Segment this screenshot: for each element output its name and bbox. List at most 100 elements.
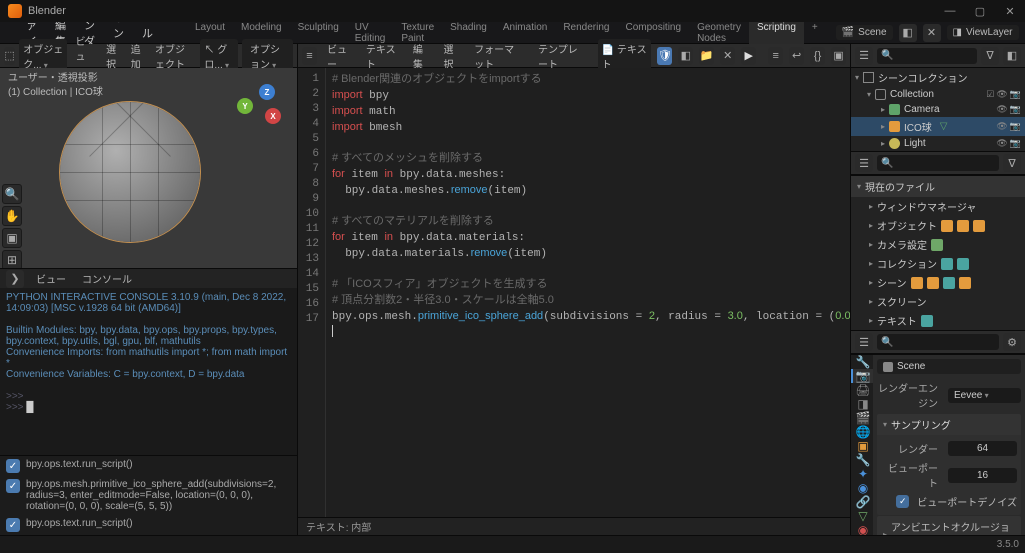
blendfile-row[interactable]: ▸コレクション: [851, 254, 1025, 273]
editor-type-outliner-icon[interactable]: ☰: [855, 47, 873, 65]
fake-user-button[interactable]: 🛡: [657, 47, 672, 65]
info-row[interactable]: ✓bpy.ops.text.run_script(): [0, 456, 297, 476]
blendfile-title[interactable]: ▾現在のファイル: [851, 176, 1025, 197]
light-object-icon: [889, 138, 900, 149]
props-tab-world[interactable]: 🌐: [851, 425, 873, 439]
filter-icon[interactable]: ∇: [1003, 154, 1021, 172]
blendfile-row[interactable]: ▸スクリーン: [851, 292, 1025, 311]
unlink-text-button[interactable]: ✕: [720, 47, 735, 65]
hand-tool-icon[interactable]: ✋: [2, 206, 22, 226]
props-tab-material[interactable]: ◉: [851, 523, 873, 535]
maximize-button[interactable]: ▢: [965, 0, 995, 22]
editor-type-blendfile-icon[interactable]: ☰: [855, 154, 873, 172]
open-text-button[interactable]: 📁: [699, 47, 714, 65]
outliner[interactable]: ▾シーンコレクション ▾Collection☑👁📷 ▸Camera👁📷 ▸ICO…: [851, 68, 1025, 151]
scene-new-button[interactable]: ◧: [899, 24, 917, 42]
outliner-collection[interactable]: ▾Collection☑👁📷: [851, 87, 1025, 102]
props-tab-viewlayer[interactable]: ◨: [851, 397, 873, 411]
info-row[interactable]: ✓bpy.ops.mesh.primitive_ico_sphere_add(s…: [0, 476, 297, 515]
scene-remove-button[interactable]: ✕: [923, 24, 941, 42]
tab-scripting[interactable]: Scripting: [749, 18, 804, 48]
props-tab-data[interactable]: ▽: [851, 509, 873, 523]
viewlayer-selector[interactable]: ◨ViewLayer: [947, 25, 1019, 40]
props-tab-particles[interactable]: ✦: [851, 467, 873, 481]
close-button[interactable]: ✕: [995, 0, 1025, 22]
outliner-item-camera[interactable]: ▸Camera👁📷: [851, 102, 1025, 117]
blendfile-row[interactable]: ▸テキスト: [851, 311, 1025, 330]
run-script-button[interactable]: ▶: [741, 47, 756, 65]
toggle-syntax-button[interactable]: {}: [810, 47, 825, 65]
properties-search[interactable]: 🔍: [877, 334, 999, 350]
axis-y-icon[interactable]: Y: [237, 98, 253, 114]
nav-gizmo[interactable]: X Y Z: [237, 84, 281, 128]
render-samples-field[interactable]: 64: [948, 441, 1017, 456]
toggle-wrap-button[interactable]: ↩: [789, 47, 804, 65]
icosphere-mesh[interactable]: [60, 102, 200, 242]
camera-icon[interactable]: 📷: [1010, 89, 1021, 100]
console-menu[interactable]: コンソール: [78, 269, 136, 288]
filter-icon[interactable]: ∇: [981, 47, 999, 65]
toggle-livedit-button[interactable]: ▣: [831, 47, 846, 65]
outliner-item-icosphere[interactable]: ▸ICO球▽👁📷: [851, 117, 1025, 136]
camera-icon[interactable]: 📷: [1010, 121, 1021, 132]
blendfile-row[interactable]: ▸ウィンドウマネージャ: [851, 197, 1025, 216]
blendfile-row[interactable]: ▸カメラ設定: [851, 235, 1025, 254]
scene-selector[interactable]: 🎬Scene: [836, 25, 893, 40]
editor-type-icon[interactable]: ⬚: [4, 47, 15, 65]
render-engine-select[interactable]: Eevee: [948, 388, 1021, 403]
props-tab-modifiers[interactable]: 🔧: [851, 453, 873, 467]
outliner-item-light[interactable]: ▸Light👁📷: [851, 136, 1025, 151]
props-tab-scene[interactable]: 🎬: [851, 411, 873, 425]
eye-icon[interactable]: 👁: [996, 104, 1007, 115]
minimize-button[interactable]: —: [935, 0, 965, 22]
code-area[interactable]: # Blender関連のオブジェクトをimportする import bpy i…: [326, 68, 850, 517]
grid-tool-icon[interactable]: ⊞: [2, 250, 22, 268]
viewport-samples-field[interactable]: 16: [948, 468, 1017, 483]
blendfile-row[interactable]: ▸オブジェクト: [851, 216, 1025, 235]
editor-type-props-icon[interactable]: ☰: [855, 333, 873, 351]
exclude-toggle[interactable]: ☑: [986, 89, 994, 100]
props-tab-constraints[interactable]: 🔗: [851, 495, 873, 509]
window-titlebar: Blender — ▢ ✕: [0, 0, 1025, 22]
viewport-3d[interactable]: ユーザー・透視投影 (1) Collection | ICO球 X Y: [0, 68, 297, 268]
props-tab-render[interactable]: 📷: [851, 369, 873, 383]
blendfile-row[interactable]: ▸シーン: [851, 273, 1025, 292]
zoom-tool-icon[interactable]: 🔍: [2, 184, 22, 204]
editor-type-text-icon[interactable]: ≡: [302, 47, 317, 65]
props-breadcrumb[interactable]: Scene: [877, 359, 1021, 374]
python-console[interactable]: PYTHON INTERACTIVE CONSOLE 3.10.9 (main,…: [0, 288, 297, 455]
data-icon: [931, 239, 943, 251]
editor-type-console-icon[interactable]: ❯: [6, 270, 24, 288]
axis-x-icon[interactable]: X: [265, 108, 281, 124]
panel-sampling[interactable]: ▾サンプリング: [877, 414, 1021, 435]
props-tab-object[interactable]: ▣: [851, 439, 873, 453]
new-text-button[interactable]: ◧: [678, 47, 693, 65]
toggle-lines-button[interactable]: ≡: [768, 47, 783, 65]
camera-icon[interactable]: 📷: [1010, 138, 1021, 149]
denoise-label: ビューポートデノイズ: [917, 494, 1017, 509]
outliner-scene-collection[interactable]: ▾シーンコレクション: [851, 68, 1025, 87]
console-menu-view[interactable]: ビュー: [32, 269, 70, 288]
new-collection-button[interactable]: ◧: [1003, 47, 1021, 65]
text-editor-status: テキスト: 内部: [298, 517, 850, 535]
camera-icon[interactable]: 📷: [1010, 104, 1021, 115]
props-tab-tool[interactable]: 🔧: [851, 355, 873, 369]
text-editor[interactable]: 1234567891011121314151617 # Blender関連のオブ…: [298, 68, 850, 517]
panel-アンビエントオクルージョン[interactable]: ▸アンビエントオクルージョン: [877, 516, 1021, 535]
props-tab-physics[interactable]: ◉: [851, 481, 873, 495]
denoise-checkbox[interactable]: ✓: [896, 495, 909, 508]
outliner-search[interactable]: 🔍: [877, 48, 977, 64]
blendfile-outliner[interactable]: ▾現在のファイル ▸ウィンドウマネージャ ▸オブジェクト ▸カメラ設定 ▸コレク…: [851, 175, 1025, 330]
blendfile-search[interactable]: 🔍: [877, 155, 999, 171]
info-row[interactable]: ✓bpy.ops.text.run_script(): [0, 515, 297, 535]
props-tab-output[interactable]: 🖨: [851, 383, 873, 397]
eye-icon[interactable]: 👁: [996, 121, 1007, 132]
tab-geonodes[interactable]: Geometry Nodes: [689, 18, 749, 48]
tab-add[interactable]: +: [804, 18, 826, 48]
properties-body: Scene レンダーエンジンEevee ▾サンプリング レンダー64 ビューポー…: [873, 355, 1025, 535]
options-icon[interactable]: ⚙: [1003, 333, 1021, 351]
eye-icon[interactable]: 👁: [996, 89, 1007, 100]
axis-z-icon[interactable]: Z: [259, 84, 275, 100]
camera-tool-icon[interactable]: ▣: [2, 228, 22, 248]
eye-icon[interactable]: 👁: [996, 138, 1007, 149]
